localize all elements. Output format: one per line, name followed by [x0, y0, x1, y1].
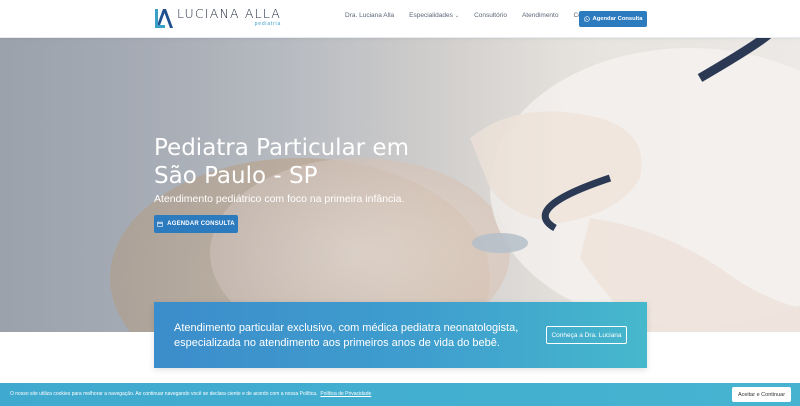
cookie-text: O nosso site utiliza cookies para melhor…: [10, 391, 318, 397]
meet-doctor-button[interactable]: Conheça a Dra. Luciana: [546, 326, 627, 344]
chevron-down-icon: ⌄: [454, 12, 460, 19]
hero-section: Pediatra Particular em São Paulo - SP At…: [0, 38, 800, 332]
hero-schedule-label: AGENDAR CONSULTA: [167, 221, 235, 227]
main-nav: Dra. Luciana Alla Especialidades ⌄ Consul…: [345, 12, 611, 19]
brand-tagline: pediatria: [254, 21, 282, 27]
privacy-policy-link[interactable]: Política de Privacidade: [320, 391, 371, 397]
info-band-text: Atendimento particular exclusivo, com mé…: [174, 322, 519, 349]
nav-item-label: Especialidades: [409, 12, 453, 19]
cookie-message: O nosso site utiliza cookies para melhor…: [10, 391, 371, 397]
cookie-bar: O nosso site utiliza cookies para melhor…: [0, 383, 800, 406]
la-monogram-icon: [155, 9, 173, 28]
hero-schedule-button[interactable]: AGENDAR CONSULTA: [154, 215, 238, 233]
calendar-icon: [157, 221, 163, 227]
nav-item-label: Dra. Luciana Alla: [345, 12, 395, 19]
nav-item-dra-luciana[interactable]: Dra. Luciana Alla: [345, 12, 394, 19]
logo[interactable]: LUCIANA ALLA pediatria: [154, 7, 281, 31]
hero-title: Pediatra Particular em São Paulo - SP: [154, 135, 409, 189]
hero-subtitle: Atendimento pediátrico com foco na prime…: [154, 193, 405, 205]
nav-item-especialidades[interactable]: Especialidades ⌄: [409, 12, 459, 19]
header-schedule-label: Agendar Consulta: [592, 16, 643, 22]
site-header: LUCIANA ALLA pediatria Dra. Luciana Alla…: [0, 0, 800, 38]
nav-item-label: Consultório: [474, 12, 507, 19]
brand-name: LUCIANA ALLA: [177, 6, 282, 21]
header-schedule-button[interactable]: Agendar Consulta: [579, 11, 647, 27]
info-band: Atendimento particular exclusivo, com mé…: [154, 302, 647, 368]
accept-cookies-button[interactable]: Aceitar e Continuar: [732, 387, 791, 402]
nav-item-label: Atendimento: [521, 12, 559, 19]
whatsapp-icon: [583, 16, 590, 22]
nav-item-atendimento[interactable]: Atendimento: [522, 12, 559, 19]
nav-item-consultorio[interactable]: Consultório: [474, 12, 507, 19]
